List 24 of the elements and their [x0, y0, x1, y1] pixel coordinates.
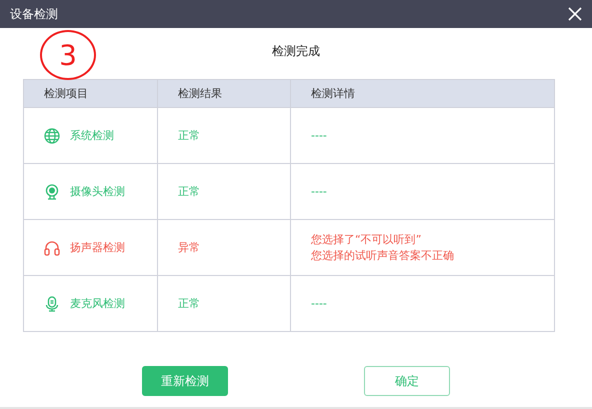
column-header: 检测项目 — [43, 86, 89, 102]
column-header: 检测详情 — [290, 80, 554, 107]
table-cell: 摄像头检测 — [70, 184, 125, 199]
table-cell: 正常 — [157, 164, 290, 219]
table-cell: 您选择了“不可以听到” 您选择的试听声音答案不正确 — [311, 232, 454, 264]
headphones-icon — [44, 240, 60, 256]
table-cell: ---- — [311, 184, 327, 200]
webcam-icon — [44, 184, 60, 200]
table-cell: 扬声器检测 — [70, 240, 125, 255]
microphone-icon — [44, 296, 60, 312]
confirm-button[interactable]: 确定 — [364, 366, 450, 396]
table-cell: 正常 — [157, 276, 290, 331]
retest-button[interactable]: 重新检测 — [142, 366, 228, 396]
heading: 检测完成 — [272, 43, 320, 60]
table-cell: 异常 — [157, 220, 290, 275]
window-title: 设备检测 — [10, 6, 58, 22]
column-header: 检测结果 — [157, 80, 290, 107]
table-cell: ---- — [311, 296, 327, 312]
table-cell: ---- — [311, 128, 327, 144]
table-cell: 正常 — [157, 108, 290, 163]
globe-icon — [44, 128, 60, 144]
close-icon[interactable] — [568, 7, 582, 21]
table-cell: 系统检测 — [70, 128, 114, 143]
table-cell: 麦克风检测 — [70, 296, 125, 311]
